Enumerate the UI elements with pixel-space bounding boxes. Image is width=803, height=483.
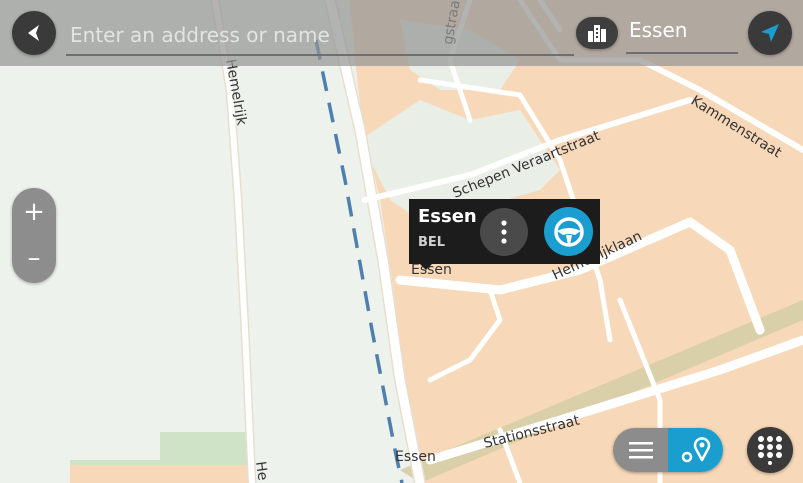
keypad-button[interactable]: [747, 427, 793, 473]
zoom-control: + –: [12, 188, 56, 283]
built-up-small: [70, 465, 250, 483]
navigation-arrow-icon: [761, 24, 779, 42]
route-map-icon: [681, 437, 710, 463]
list-view-button[interactable]: [613, 428, 668, 472]
location-field[interactable]: Essen: [626, 14, 738, 54]
popup-pointer: [419, 263, 433, 270]
back-button[interactable]: [12, 11, 56, 55]
city-buildings-icon: [588, 25, 606, 42]
list-icon: [628, 442, 653, 459]
city-search-button[interactable]: [576, 17, 618, 49]
popup-title: Essen: [418, 206, 477, 227]
zoom-in-button[interactable]: +: [12, 190, 56, 234]
street-label-hemelrijk-bottom: He: [252, 460, 271, 481]
map-view[interactable]: gstraat Hemelrijk Schepen Veraartstraat …: [0, 0, 803, 483]
back-arrow-icon: [28, 25, 39, 41]
search-bar: Essen: [0, 0, 803, 66]
place-label-essen-station: Essen: [395, 449, 436, 465]
more-vertical-icon: [501, 220, 507, 244]
location-popup[interactable]: Essen BEL: [409, 199, 600, 270]
drive-button[interactable]: [544, 207, 593, 256]
search-input[interactable]: [66, 16, 574, 56]
view-toggle: [613, 428, 723, 472]
keypad-icon: [758, 436, 782, 465]
steering-wheel-icon: [553, 216, 584, 247]
current-location-button[interactable]: [748, 11, 792, 55]
route-map-view-button[interactable]: [668, 428, 723, 472]
zoom-out-button[interactable]: –: [12, 236, 56, 280]
more-options-button[interactable]: [480, 208, 528, 256]
popup-country: BEL: [418, 235, 446, 250]
